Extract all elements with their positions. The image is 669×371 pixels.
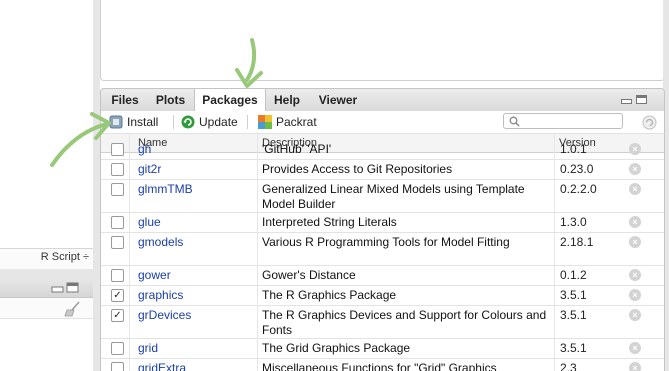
table-row[interactable]: ✓ grDevices The R Graphics Devices and Sup…: [101, 306, 664, 339]
toolbar-separator: [173, 115, 174, 129]
tab-plots[interactable]: Plots: [147, 89, 194, 111]
install-label: Install: [127, 115, 159, 129]
install-button[interactable]: Install: [109, 114, 158, 130]
column-divider: [257, 134, 258, 371]
remove-package-icon[interactable]: ×: [629, 269, 641, 281]
package-version: 2.18.1: [560, 235, 594, 249]
package-checkbox[interactable]: [111, 143, 124, 156]
remove-package-icon[interactable]: ×: [629, 143, 641, 155]
refresh-icon[interactable]: [642, 115, 657, 130]
package-description: Interpreted String Literals: [262, 215, 397, 229]
script-type-select[interactable]: R Script ÷: [41, 251, 89, 263]
package-checkbox[interactable]: ✓: [111, 289, 124, 302]
remove-package-icon[interactable]: ×: [629, 236, 641, 248]
toolbar-separator: [247, 115, 248, 129]
table-row[interactable]: gower Gower's Distance 0.1.2 ×: [101, 266, 664, 286]
package-version: 0.2.2.0: [560, 182, 597, 196]
packrat-icon: [258, 115, 272, 129]
tab-packages[interactable]: Packages: [194, 89, 266, 112]
package-description: Various R Programming Tools for Model Fi…: [262, 235, 510, 249]
package-name-link[interactable]: gh: [138, 142, 151, 157]
package-version: 3.5.1: [560, 308, 587, 322]
left-pane-header: [0, 277, 93, 298]
table-row[interactable]: glue Interpreted String Literals 1.3.0 ×: [101, 213, 664, 233]
remove-package-icon[interactable]: ×: [629, 216, 641, 228]
package-name-link[interactable]: grid: [138, 341, 158, 356]
package-version: 1.3.0: [560, 215, 587, 229]
package-description: The Grid Graphics Package: [262, 341, 411, 355]
package-version: 3.5.1: [560, 288, 587, 302]
remove-package-icon[interactable]: ×: [629, 183, 641, 195]
packrat-label: Packrat: [276, 115, 317, 129]
remove-package-icon[interactable]: ×: [629, 362, 641, 371]
search-icon: [509, 116, 520, 127]
package-checkbox[interactable]: ✓: [111, 309, 124, 322]
package-description: The R Graphics Devices and Support for C…: [262, 308, 547, 337]
broom-icon[interactable]: [64, 301, 82, 317]
package-search-input[interactable]: [503, 113, 623, 129]
package-version: 1.0.1: [560, 142, 587, 156]
editor-status-bar: R Script ÷: [0, 248, 93, 270]
files-pane-tabbar: Files Plots Packages Help Viewer: [100, 88, 665, 112]
package-checkbox[interactable]: [111, 269, 124, 282]
packages-table: Name Description Version gh 'GitHub' 'API…: [100, 134, 665, 371]
table-row[interactable]: gmodels Various R Programming Tools for M…: [101, 233, 664, 266]
package-checkbox[interactable]: [111, 163, 124, 176]
pane-gap: [0, 269, 93, 277]
package-name-link[interactable]: grDevices: [138, 308, 191, 323]
remove-package-icon[interactable]: ×: [629, 309, 641, 321]
package-name-link[interactable]: git2r: [138, 162, 161, 177]
package-description: 'GitHub' 'API': [262, 142, 332, 156]
package-name-link[interactable]: glmmTMB: [138, 182, 193, 197]
package-description: Provides Access to Git Repositories: [262, 162, 453, 176]
environment-pane: [100, 0, 665, 81]
package-name-link[interactable]: glue: [138, 215, 161, 230]
table-row[interactable]: glmmTMB Generalized Linear Mixed Models u…: [101, 180, 664, 213]
table-row[interactable]: git2r Provides Access to Git Repositories…: [101, 160, 664, 180]
pane-splitter[interactable]: [93, 0, 100, 371]
package-description: Miscellaneous Functions for "Grid" Graph…: [262, 361, 497, 371]
package-name-link[interactable]: gmodels: [138, 235, 183, 250]
remove-package-icon[interactable]: ×: [629, 342, 641, 354]
packages-toolbar: Install Update Packrat: [100, 111, 665, 134]
package-checkbox[interactable]: [111, 216, 124, 229]
table-row[interactable]: grid The Grid Graphics Package 3.5.1 ×: [101, 339, 664, 359]
package-name-link[interactable]: graphics: [138, 288, 183, 303]
package-checkbox[interactable]: [111, 236, 124, 249]
packrat-button[interactable]: Packrat: [258, 114, 317, 130]
table-row[interactable]: gridExtra Miscellaneous Functions for "Gr…: [101, 359, 664, 371]
install-icon: [109, 115, 123, 129]
package-description: Generalized Linear Mixed Models using Te…: [262, 182, 525, 211]
remove-package-icon[interactable]: ×: [629, 289, 641, 301]
update-label: Update: [199, 115, 238, 129]
package-description: The R Graphics Package: [262, 288, 397, 302]
tab-help[interactable]: Help: [264, 89, 310, 111]
package-version: 0.1.2: [560, 268, 587, 282]
pane-window-controls[interactable]: [50, 282, 90, 294]
package-checkbox[interactable]: [111, 342, 124, 355]
package-name-link[interactable]: gridExtra: [138, 361, 186, 371]
package-checkbox[interactable]: [111, 183, 124, 196]
package-version: 0.23.0: [560, 162, 594, 176]
update-button[interactable]: Update: [181, 114, 238, 130]
left-pane-toolbar: [0, 298, 93, 319]
package-name-link[interactable]: gower: [138, 268, 171, 283]
package-version: 2.3: [560, 361, 577, 371]
package-version: 3.5.1: [560, 341, 587, 355]
minimize-icon[interactable]: [621, 99, 632, 104]
remove-package-icon[interactable]: ×: [629, 163, 641, 175]
update-icon: [181, 115, 195, 129]
tab-viewer[interactable]: Viewer: [310, 89, 366, 111]
package-checkbox[interactable]: [111, 362, 124, 371]
package-description: Gower's Distance: [262, 268, 356, 282]
column-divider: [129, 134, 130, 371]
maximize-icon[interactable]: [636, 95, 647, 104]
column-divider: [554, 134, 555, 371]
tab-files[interactable]: Files: [103, 89, 147, 111]
table-row[interactable]: gh 'GitHub' 'API' 1.0.1 ×: [101, 142, 664, 160]
table-row[interactable]: ✓ graphics The R Graphics Package 3.5.1 ×: [101, 286, 664, 306]
